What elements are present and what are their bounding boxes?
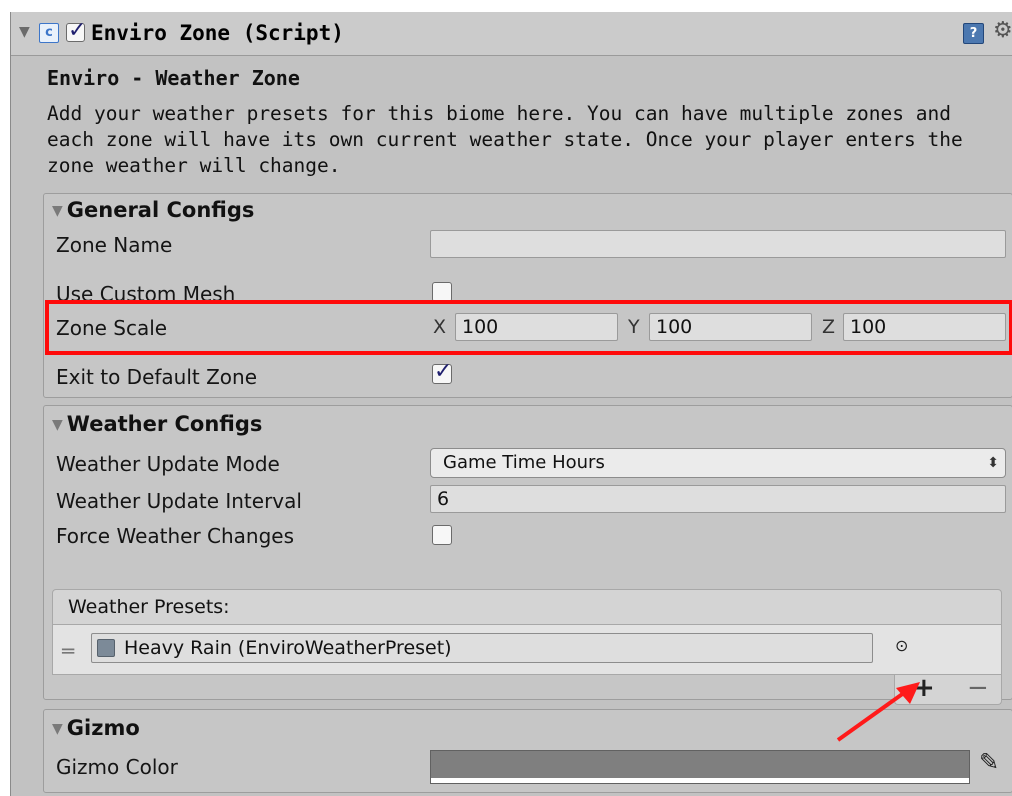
checkmark-icon: ✓ — [434, 359, 453, 384]
foldout-arrow-icon: ▼ — [52, 203, 63, 219]
zone-heading: Enviro - Weather Zone — [47, 66, 300, 90]
script-icon: c — [39, 23, 59, 43]
foldout-arrow-icon[interactable]: ▼ — [19, 24, 30, 40]
gizmo-color-label: Gizmo Color — [56, 755, 178, 779]
weather-preset-field[interactable]: Heavy Rain (EnviroWeatherPreset) — [91, 633, 873, 663]
zone-name-field[interactable] — [430, 230, 1006, 258]
gear-icon[interactable]: ⚙ — [993, 18, 1012, 43]
foldout-arrow-icon: ▼ — [52, 721, 63, 737]
weather-preset-name: Heavy Rain (EnviroWeatherPreset) — [124, 637, 452, 659]
zone-name-label: Zone Name — [56, 233, 173, 257]
weather-update-mode-value: Game Time Hours — [443, 452, 605, 473]
exit-default-zone-checkbox[interactable]: ✓ — [432, 359, 452, 384]
object-picker-icon[interactable]: ⊙ — [895, 636, 908, 655]
general-configs-title[interactable]: ▼ General Configs — [52, 198, 254, 222]
exit-default-zone-label: Exit to Default Zone — [56, 365, 258, 389]
gizmo-color-field[interactable] — [430, 750, 970, 784]
weather-update-interval-field[interactable]: 6 — [430, 485, 1006, 513]
general-configs-section: ▼ General Configs Zone Name Use Custom Me… — [43, 193, 1012, 398]
weather-update-mode-dropdown[interactable]: Game Time Hours ⬍ — [430, 448, 1006, 478]
zone-description: Add your weather presets for this biome … — [47, 102, 963, 177]
dropdown-arrows-icon: ⬍ — [987, 455, 999, 471]
component-title: Enviro Zone (Script) — [91, 21, 344, 45]
weather-configs-title[interactable]: ▼ Weather Configs — [52, 412, 262, 436]
drag-handle-icon[interactable]: ═ — [62, 639, 74, 663]
remove-preset-button[interactable]: − — [967, 673, 989, 703]
force-weather-changes-label: Force Weather Changes — [56, 524, 295, 548]
force-weather-changes-checkbox[interactable] — [432, 525, 452, 545]
alpha-bar — [431, 778, 969, 783]
weather-preset-icon — [97, 639, 115, 657]
weather-configs-section: ▼ Weather Configs Weather Update Mode Gam… — [43, 405, 1012, 705]
use-custom-mesh-checkbox[interactable] — [432, 282, 452, 302]
zone-scale-highlight — [45, 300, 1012, 355]
help-icon[interactable]: ? — [963, 23, 984, 44]
checkmark-icon: ✓ — [68, 18, 87, 43]
weather-update-interval-label: Weather Update Interval — [56, 489, 302, 513]
gizmo-title[interactable]: ▼ Gizmo — [52, 716, 140, 740]
eyedropper-icon[interactable]: ✎ — [979, 748, 999, 776]
foldout-arrow-icon: ▼ — [52, 417, 63, 433]
component-enabled-checkbox[interactable]: ✓ — [66, 18, 86, 43]
weather-update-mode-label: Weather Update Mode — [56, 452, 280, 476]
annotation-arrow-icon — [836, 682, 920, 742]
weather-presets-header: Weather Presets: — [52, 589, 1002, 625]
component-header[interactable]: ▼ c ✓ Enviro Zone (Script) ? ⚙ — [11, 12, 1012, 56]
